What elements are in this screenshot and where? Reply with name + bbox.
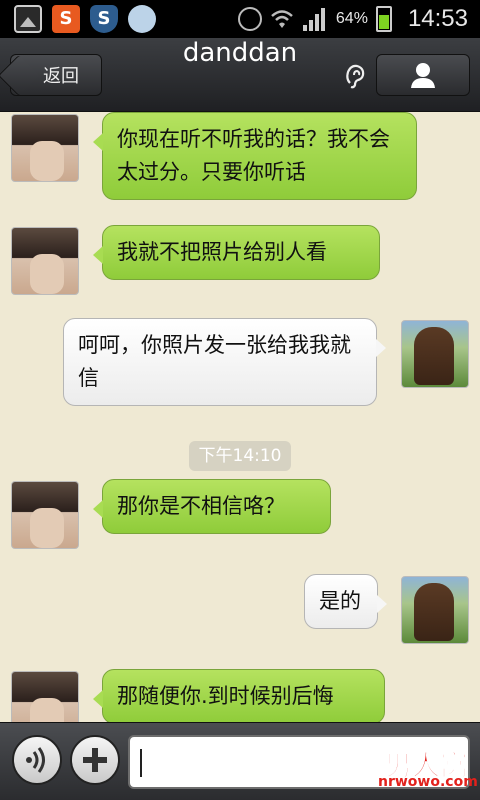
wifi-icon — [271, 10, 293, 28]
text-caret — [140, 749, 142, 777]
gallery-icon — [14, 5, 42, 33]
chat-area[interactable]: 你现在听不听我的话？我不会太过分。只要你听话 我就不把照片给别人看 呵呵，你照片… — [0, 112, 480, 722]
title-bar: 返回 danddan — [0, 38, 480, 112]
battery-percent: 64% — [335, 10, 368, 27]
alarm-icon — [237, 7, 262, 31]
message-bubble[interactable]: 那你是不相信咯？ — [93, 479, 331, 534]
back-button-label: 返回 — [43, 66, 79, 87]
input-bar — [0, 722, 480, 800]
back-button[interactable]: 返回 — [10, 54, 102, 96]
voice-button[interactable] — [12, 735, 62, 785]
plus-icon — [83, 748, 107, 772]
status-bar: S S 64% 14:53 — [0, 0, 480, 38]
person-icon — [411, 63, 435, 88]
message-bubble[interactable]: 那随便你.到时候别后悔 — [93, 669, 385, 722]
voice-icon — [26, 747, 45, 773]
clock: 14:53 — [407, 5, 468, 32]
avatar-self[interactable] — [401, 320, 469, 388]
qq-icon — [128, 5, 156, 33]
shield-icon: S — [90, 5, 118, 33]
weibo-s-icon: S — [52, 5, 80, 33]
avatar-contact[interactable] — [11, 227, 79, 295]
chat-title: danddan — [182, 38, 298, 68]
message-input[interactable] — [128, 735, 470, 789]
avatar-contact[interactable] — [11, 671, 79, 722]
plus-button[interactable] — [70, 735, 120, 785]
message-bubble[interactable]: 我就不把照片给别人看 — [93, 225, 380, 280]
message-bubble[interactable]: 呵呵，你照片发一张给我我就信 — [63, 318, 386, 406]
message-bubble[interactable]: 是的 — [304, 574, 387, 629]
profile-button[interactable] — [376, 54, 470, 96]
battery-icon — [375, 6, 392, 32]
timestamp: 下午14:10 — [189, 441, 291, 471]
avatar-self[interactable] — [401, 576, 469, 644]
earpiece-icon[interactable] — [342, 63, 368, 89]
signal-icon — [302, 8, 325, 31]
avatar-contact[interactable] — [11, 114, 79, 182]
avatar-contact[interactable] — [11, 481, 79, 549]
message-bubble[interactable]: 你现在听不听我的话？我不会太过分。只要你听话 — [93, 112, 417, 200]
battery-level — [378, 14, 389, 29]
